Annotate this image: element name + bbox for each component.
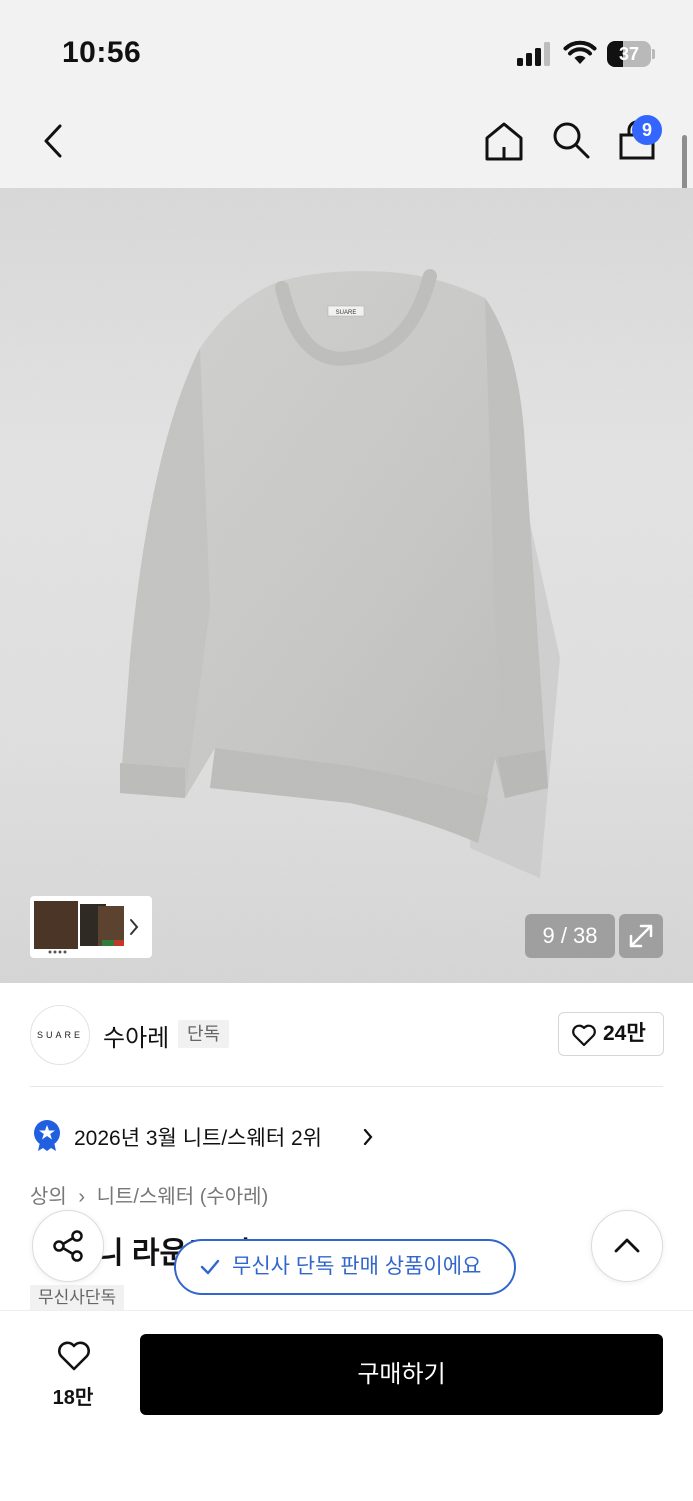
battery-level: 37 bbox=[618, 44, 640, 64]
ranking-row[interactable] bbox=[30, 1118, 64, 1152]
wifi-icon bbox=[563, 40, 597, 64]
search-icon[interactable] bbox=[551, 120, 591, 160]
status-time: 10:56 bbox=[62, 36, 142, 69]
chevron-right-icon bbox=[130, 919, 139, 935]
breadcrumb-category[interactable]: 상의 bbox=[30, 1186, 67, 1208]
share-icon bbox=[53, 1230, 83, 1262]
breadcrumb-subcategory[interactable]: 니트/스웨터 (수아레) bbox=[97, 1186, 269, 1208]
product-image-sweater: SUARE bbox=[0, 188, 693, 983]
check-icon bbox=[200, 1259, 220, 1275]
product-like-count: 18만 bbox=[52, 1387, 94, 1409]
breadcrumb-separator-icon: › bbox=[78, 1186, 86, 1208]
product-image-carousel[interactable]: SUARE bbox=[0, 188, 693, 983]
ranking-badge-icon bbox=[34, 1120, 60, 1151]
home-icon[interactable] bbox=[484, 120, 524, 162]
back-chevron-icon[interactable] bbox=[40, 123, 66, 159]
brand-name[interactable]: 수아레 bbox=[103, 1018, 169, 1053]
expand-icon bbox=[629, 924, 653, 948]
buy-button[interactable]: 구매하기 bbox=[140, 1334, 663, 1415]
ranking-text[interactable]: 2026년 3월 니트/스웨터 2위 bbox=[74, 1122, 322, 1152]
color-thumbnail-strip[interactable] bbox=[30, 896, 152, 958]
exclusive-tag: 단독 bbox=[178, 1020, 230, 1048]
cellular-signal-icon bbox=[517, 42, 550, 66]
image-counter: 9 / 38 bbox=[525, 914, 615, 958]
brand-like-button[interactable]: 24만 bbox=[558, 1012, 664, 1056]
toast-text: 무신사 단독 판매 상품이에요 bbox=[232, 1255, 482, 1278]
heart-icon bbox=[572, 1024, 596, 1047]
exclusive-sale-toast: 무신사 단독 판매 상품이에요 bbox=[174, 1239, 516, 1295]
scroll-to-top-button[interactable] bbox=[591, 1210, 663, 1282]
chevron-up-icon bbox=[614, 1238, 640, 1253]
battery-icon: 37 bbox=[607, 41, 655, 67]
divider bbox=[30, 1086, 663, 1087]
cart-count-badge: 9 bbox=[632, 115, 662, 145]
brand-like-count: 24만 bbox=[603, 1022, 646, 1045]
breadcrumb: 상의 › 니트/스웨터 (수아레) bbox=[30, 1180, 268, 1209]
heart-icon[interactable] bbox=[56, 1340, 92, 1372]
musinsa-exclusive-tag: 무신사단독 bbox=[30, 1285, 125, 1311]
chevron-right-icon bbox=[363, 1128, 373, 1146]
share-button[interactable] bbox=[32, 1210, 104, 1282]
expand-image-button[interactable] bbox=[619, 914, 663, 958]
brand-logo[interactable]: SUARE bbox=[30, 1005, 90, 1065]
